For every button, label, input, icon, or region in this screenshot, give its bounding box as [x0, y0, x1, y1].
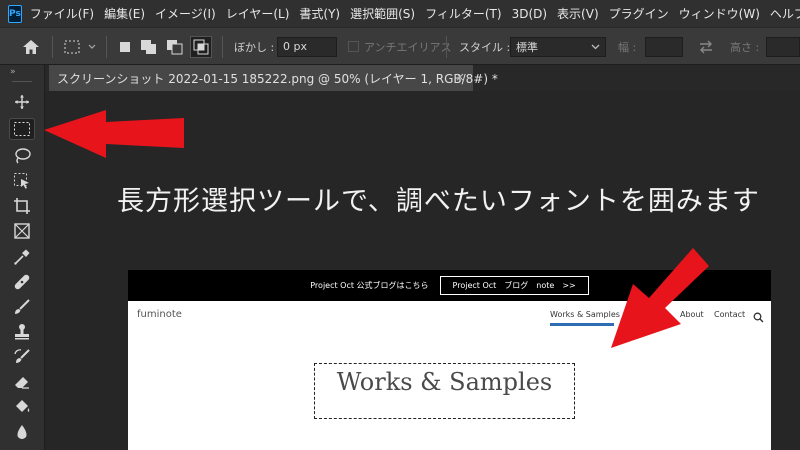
document-tab[interactable]: スクリーンショット 2022-01-15 185222.png @ 50% (レ… — [49, 65, 498, 91]
annotation-arrow-icon — [611, 248, 709, 348]
marquee-tool-icon[interactable] — [9, 118, 35, 140]
lasso-tool-icon[interactable] — [9, 145, 35, 167]
width-label: 幅 : — [618, 40, 637, 54]
new-selection-icon[interactable] — [118, 28, 132, 65]
style-select[interactable]: 標準 — [510, 36, 606, 57]
feather-label: ぼかし : — [234, 40, 275, 54]
menu-type[interactable]: 書式(Y) — [299, 5, 340, 22]
intersect-selection-icon[interactable] — [190, 28, 212, 65]
annotation-arrow-icon — [44, 110, 184, 158]
menu-view[interactable]: 表示(V) — [557, 5, 599, 22]
move-tool-icon[interactable] — [9, 91, 35, 113]
site-topbar-button: Project Oct ブログ note >> — [439, 276, 589, 295]
height-input[interactable] — [766, 36, 800, 57]
document-tab-bar: スクリーンショット 2022-01-15 185222.png @ 50% (レ… — [45, 65, 800, 91]
eraser-tool-icon[interactable] — [9, 371, 35, 393]
menu-layer[interactable]: レイヤー(L) — [226, 5, 290, 22]
feather-input[interactable]: 0 px — [277, 36, 337, 57]
stamp-tool-icon[interactable] — [9, 321, 35, 343]
photoshop-logo-icon[interactable]: Ps — [8, 4, 22, 23]
home-icon[interactable] — [22, 28, 40, 65]
menu-bar: Ps ファイル(F) 編集(E) イメージ(I) レイヤー(L) 書式(Y) 選… — [0, 0, 800, 27]
options-bar: ぼかし : 0 px アンチエイリアス スタイル : 標準 幅 : 高さ : — [0, 27, 800, 65]
subtract-from-selection-icon[interactable] — [166, 28, 184, 65]
options-divider — [106, 36, 107, 58]
search-icon — [753, 308, 764, 327]
menu-help[interactable]: ヘルプ(H) — [770, 5, 800, 22]
menu-filter[interactable]: フィルター(T) — [425, 5, 501, 22]
menu-window[interactable]: ウィンドウ(W) — [679, 5, 760, 22]
history-brush-tool-icon[interactable] — [9, 346, 35, 368]
add-to-selection-icon[interactable] — [140, 28, 158, 65]
menu-3d[interactable]: 3D(D) — [512, 7, 547, 21]
tools-panel: » — [0, 65, 45, 450]
options-divider — [222, 36, 223, 58]
options-divider — [52, 36, 53, 58]
site-title: Works & Samples — [336, 368, 553, 396]
style-select-value: 標準 — [516, 40, 538, 54]
width-input[interactable] — [645, 36, 683, 57]
tool-preset-picker[interactable] — [63, 28, 99, 65]
chevron-down-icon — [591, 44, 600, 49]
options-divider — [446, 36, 447, 58]
menu-edit[interactable]: 編集(E) — [104, 5, 145, 22]
site-brand: fuminote — [137, 309, 182, 320]
object-select-tool-icon[interactable] — [9, 170, 35, 192]
antialias-label: アンチエイリアス — [364, 40, 452, 54]
collapse-panel-icon[interactable]: » — [10, 67, 16, 77]
blur-tool-icon[interactable] — [9, 421, 35, 443]
swap-dimensions-icon[interactable] — [698, 28, 714, 65]
document-tab-title: スクリーンショット 2022-01-15 185222.png @ 50% (レ… — [57, 71, 498, 86]
paint-bucket-tool-icon[interactable] — [9, 396, 35, 418]
crop-tool-icon[interactable] — [9, 195, 35, 217]
eyedropper-tool-icon[interactable] — [9, 246, 35, 268]
frame-tool-icon[interactable] — [9, 220, 35, 242]
menu-select[interactable]: 選択範囲(S) — [350, 5, 415, 22]
menu-file[interactable]: ファイル(F) — [30, 5, 94, 22]
antialias-checkbox[interactable] — [348, 41, 359, 52]
healing-tool-icon[interactable] — [9, 271, 35, 293]
style-label: スタイル : — [459, 40, 511, 54]
menu-plugins[interactable]: プラグイン — [609, 5, 669, 22]
height-label: 高さ : — [730, 40, 760, 54]
menu-image[interactable]: イメージ(I) — [155, 5, 216, 22]
canvas-headline: 長方形選択ツールで、調べたいフォントを囲みます — [117, 186, 760, 217]
panel-grip — [12, 81, 32, 82]
brush-tool-icon[interactable] — [9, 296, 35, 318]
site-topbar-text: Project Oct 公式ブログはこちら — [310, 281, 429, 290]
close-icon[interactable]: × — [455, 70, 465, 84]
